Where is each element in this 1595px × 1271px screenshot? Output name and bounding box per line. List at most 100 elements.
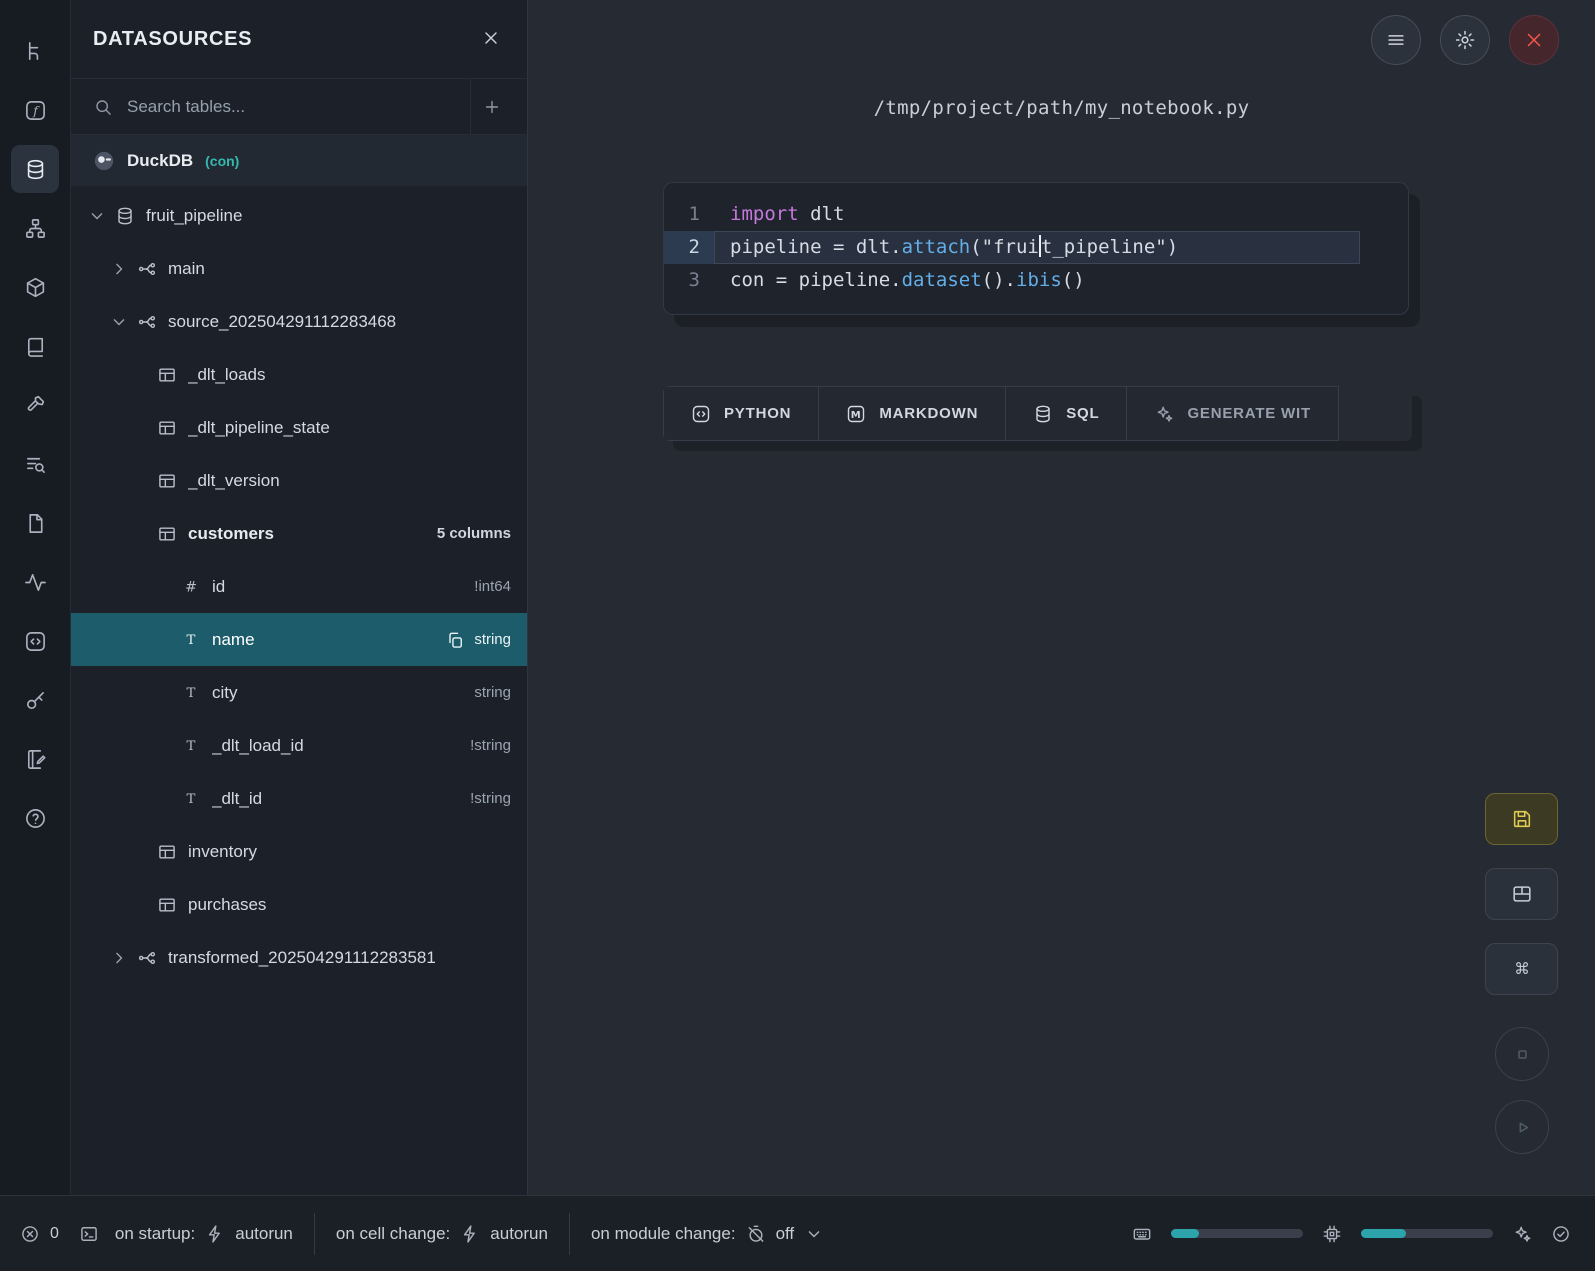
add-cell-markdown-button[interactable]: MMARKDOWN <box>819 386 1006 441</box>
tree-item-id[interactable]: #id!int64 <box>71 560 527 613</box>
command-icon: ⌘ <box>1511 958 1533 980</box>
status-bar: 0 on startup:autorun on cell change:autor… <box>0 1195 1595 1271</box>
status-ok-button[interactable] <box>1551 1224 1571 1244</box>
search-row <box>71 79 527 135</box>
add-datasource-button[interactable] <box>470 79 527 135</box>
add-cell-sql-button[interactable]: SQL <box>1006 386 1127 441</box>
rail-button-file[interactable] <box>11 499 59 547</box>
save-button[interactable] <box>1485 793 1558 845</box>
tree-item-label: _dlt_load_id <box>212 736 470 756</box>
setting-value: off <box>776 1224 795 1244</box>
rail-button-activity[interactable] <box>11 558 59 606</box>
rail-button-database[interactable] <box>11 145 59 193</box>
chip-slider[interactable] <box>1361 1229 1493 1238</box>
tree-item-name[interactable]: Tnamestring <box>71 613 527 666</box>
chevron-right-icon <box>109 948 129 968</box>
tree-item-_dlt_loads[interactable]: _dlt_loads <box>71 348 527 401</box>
connection-name: DuckDB <box>127 151 193 171</box>
tree-item-transformed_202504291112283581[interactable]: transformed_202504291112283581 <box>71 931 527 984</box>
add-cell-label: GENERATE WIT <box>1187 405 1310 422</box>
tree-item-type: string <box>474 684 511 701</box>
on-startup-setting[interactable]: on startup:autorun <box>115 1224 293 1244</box>
tree-item-fruit_pipeline[interactable]: fruit_pipeline <box>71 189 527 242</box>
play-button[interactable] <box>1495 1100 1549 1154</box>
tree-item-_dlt_load_id[interactable]: T_dlt_load_id!string <box>71 719 527 772</box>
notebook-file-path: /tmp/project/path/my_notebook.py <box>528 97 1595 119</box>
setting-label: on module change: <box>591 1224 736 1244</box>
code-cell[interactable]: 1import dlt2pipeline = dlt.attach("fruit… <box>663 182 1409 315</box>
app-root: f DATASOURCES DuckDB (con) fruit_pipelin… <box>0 0 1595 1195</box>
tree-item-label: _dlt_loads <box>188 365 511 385</box>
tree-item-label: _dlt_version <box>188 471 511 491</box>
command-button[interactable]: ⌘ <box>1485 943 1558 995</box>
tree-item-meta: string <box>445 630 511 650</box>
tree-item-label: city <box>212 683 474 703</box>
rail-button-notebook-edit[interactable] <box>11 735 59 783</box>
status-right <box>1132 1224 1571 1244</box>
error-count: 0 <box>50 1225 59 1243</box>
code-square-icon <box>691 404 711 424</box>
rail-button-tools[interactable] <box>11 381 59 429</box>
tree-item-main[interactable]: main <box>71 242 527 295</box>
tree-item-label: transformed_202504291112283581 <box>168 948 511 968</box>
connection-duckdb[interactable]: DuckDB (con) <box>71 135 527 186</box>
slider-fill <box>1171 1229 1199 1238</box>
add-cell-generate-wit-button[interactable]: GENERATE WIT <box>1127 386 1338 441</box>
tree-item-purchases[interactable]: purchases <box>71 878 527 931</box>
tree-item-inventory[interactable]: inventory <box>71 825 527 878</box>
settings-button[interactable] <box>1440 15 1490 65</box>
markdown-icon: M <box>846 404 866 424</box>
database-icon <box>24 158 47 181</box>
menu-button[interactable] <box>1371 15 1421 65</box>
tree-item-_dlt_id[interactable]: T_dlt_id!string <box>71 772 527 825</box>
database-icon <box>115 206 135 226</box>
plus-icon <box>482 97 502 117</box>
tree-item-customers[interactable]: customers5 columns <box>71 507 527 560</box>
keyboard-icon <box>1132 1224 1152 1244</box>
tree-item-source_202504291112283468[interactable]: source_202504291112283468 <box>71 295 527 348</box>
rail-button-code-square[interactable] <box>11 617 59 665</box>
rail-button-list-search[interactable] <box>11 440 59 488</box>
search-icon <box>93 97 113 117</box>
separator <box>569 1213 570 1255</box>
zap-icon <box>205 1224 225 1244</box>
on-module-change-setting[interactable]: on module change: off <box>591 1224 824 1244</box>
function-icon: f <box>24 99 47 122</box>
rail-button-help-circle[interactable] <box>11 794 59 842</box>
table-icon <box>157 471 177 491</box>
add-cell-python-button[interactable]: PYTHON <box>663 386 819 441</box>
rail-button-network[interactable] <box>11 204 59 252</box>
sparkles-button[interactable] <box>1512 1224 1532 1244</box>
keyboard-slider[interactable] <box>1171 1229 1303 1238</box>
copy-icon[interactable] <box>445 630 465 650</box>
svg-text:T: T <box>187 686 196 701</box>
layout-button[interactable] <box>1485 868 1558 920</box>
rail-button-package[interactable] <box>11 263 59 311</box>
rail-button-book[interactable] <box>11 322 59 370</box>
tree-item-label: purchases <box>188 895 511 915</box>
terminal-icon <box>79 1224 99 1244</box>
table-icon <box>157 365 177 385</box>
error-indicator[interactable]: 0 <box>20 1224 59 1244</box>
code-square-icon <box>24 630 47 653</box>
stop-icon <box>1512 1044 1533 1065</box>
close-button[interactable] <box>1509 15 1559 65</box>
duckdb-icon <box>93 150 115 172</box>
type-icon: T <box>181 789 201 809</box>
hash-icon: # <box>181 577 201 597</box>
setting-value: autorun <box>490 1224 548 1244</box>
search-input[interactable] <box>127 97 470 117</box>
code-line-1: 1import dlt <box>664 198 1408 231</box>
tree-item-city[interactable]: Tcitystring <box>71 666 527 719</box>
rail-button-key[interactable] <box>11 676 59 724</box>
stop-button[interactable] <box>1495 1027 1549 1081</box>
tree-item-_dlt_pipeline_state[interactable]: _dlt_pipeline_state <box>71 401 527 454</box>
terminal-button[interactable] <box>79 1224 99 1244</box>
on-cell-change-setting[interactable]: on cell change:autorun <box>336 1224 548 1244</box>
rail-button-tree-structure[interactable] <box>11 27 59 75</box>
rail-button-function[interactable]: f <box>11 86 59 134</box>
svg-text:T: T <box>187 792 196 807</box>
panel-close-button[interactable] <box>481 28 501 51</box>
tree-item-_dlt_version[interactable]: _dlt_version <box>71 454 527 507</box>
separator <box>314 1213 315 1255</box>
